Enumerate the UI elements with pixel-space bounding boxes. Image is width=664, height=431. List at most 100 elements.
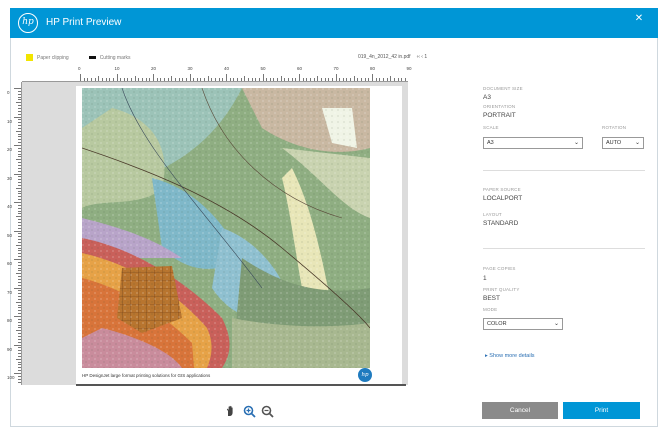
chevron-down-icon: ⌄ xyxy=(634,140,640,146)
page-copies-value[interactable]: 1 xyxy=(483,275,487,282)
ruler-top-label: 50 xyxy=(260,66,266,71)
rotation-label: ROTATION xyxy=(602,125,627,130)
ruler-tick xyxy=(18,125,21,127)
ruler-tick xyxy=(16,130,21,132)
page-bottom-edge xyxy=(76,384,406,386)
orientation-label: ORIENTATION xyxy=(483,104,516,109)
ruler-tick xyxy=(18,353,21,355)
ruler-tick xyxy=(280,76,282,81)
ruler-tick xyxy=(18,179,21,181)
window-title: HP Print Preview xyxy=(46,17,122,28)
ruler-tick xyxy=(87,78,89,81)
ruler-tick xyxy=(18,213,21,215)
ruler-tick xyxy=(18,170,21,172)
ruler-tick xyxy=(14,116,21,118)
scale-label: SCALE xyxy=(483,125,499,130)
ruler-tick xyxy=(350,78,352,81)
ruler-tick xyxy=(167,78,169,81)
ruler-tick xyxy=(14,145,21,146)
ruler-tick xyxy=(171,76,173,81)
print-button[interactable]: Print xyxy=(563,402,640,419)
ruler-tick xyxy=(295,78,297,81)
ruler-tick xyxy=(18,196,21,198)
ruler-tick xyxy=(14,344,21,346)
ruler-tick xyxy=(101,78,103,81)
ruler-tick xyxy=(331,78,333,81)
page-navigator[interactable]: ‹‹ ‹ 1 xyxy=(417,54,428,60)
ruler-left-label: 20 xyxy=(7,147,13,152)
cancel-button[interactable]: Cancel xyxy=(482,402,558,419)
ruler-tick xyxy=(258,78,260,81)
ruler-tick xyxy=(18,210,21,212)
ruler-tick xyxy=(138,78,140,81)
chevron-down-icon: ⌄ xyxy=(573,140,579,146)
ruler-tick xyxy=(18,110,21,112)
chevron-down-icon: ⌄ xyxy=(553,321,559,327)
show-more-details-link[interactable]: ▸ Show more details xyxy=(485,353,535,359)
ruler-tick xyxy=(18,233,21,235)
ruler-left-label: 30 xyxy=(7,175,13,181)
ruler-tick xyxy=(18,204,21,206)
ruler-left-label: 10 xyxy=(7,118,13,124)
print-quality-value[interactable]: BEST xyxy=(483,295,500,302)
ruler-tick xyxy=(18,361,21,363)
ruler-tick xyxy=(18,162,21,164)
close-icon[interactable]: ✕ xyxy=(630,12,648,26)
ruler-tick xyxy=(80,74,81,81)
ruler-tick xyxy=(18,182,21,184)
ruler-tick xyxy=(14,259,21,260)
ruler-tick xyxy=(14,230,21,232)
zoom-out-icon[interactable] xyxy=(260,404,274,418)
ruler-tick xyxy=(18,281,21,283)
ruler-tick xyxy=(284,78,286,81)
ruler-tick xyxy=(222,78,224,81)
map-preview-image xyxy=(82,88,370,368)
ruler-tick xyxy=(18,107,21,109)
ruler-tick xyxy=(18,227,21,229)
ruler-tick xyxy=(357,78,359,81)
ruler-tick xyxy=(18,304,21,306)
ruler-tick xyxy=(200,78,202,81)
ruler-tick xyxy=(18,367,21,369)
zoom-in-icon[interactable] xyxy=(242,404,256,418)
ruler-tick xyxy=(83,78,85,81)
ruler-tick xyxy=(116,74,118,81)
pan-hand-icon[interactable] xyxy=(224,404,238,418)
ruler-tick xyxy=(313,78,315,81)
ruler-tick xyxy=(18,264,21,266)
legend: Paper clipping Cutting marks xyxy=(26,54,131,61)
ruler-tick xyxy=(317,76,319,81)
paper-source-value: LOCALPORT xyxy=(483,195,523,202)
ruler-left-label: 50 xyxy=(7,232,13,238)
ruler-tick xyxy=(247,78,249,81)
paper-clipping-label: Paper clipping xyxy=(37,54,69,61)
ruler-tick xyxy=(339,78,341,81)
ruler-top-label: 60 xyxy=(297,66,303,71)
ruler-tick xyxy=(14,202,21,203)
ruler-tick xyxy=(18,293,21,295)
ruler-tick xyxy=(379,78,381,81)
ruler-tick xyxy=(145,78,147,81)
ruler-tick xyxy=(211,78,213,81)
scale-select[interactable]: A3 ⌄ xyxy=(483,137,583,149)
ruler-tick xyxy=(18,298,21,300)
ruler-tick xyxy=(16,244,21,246)
rotation-select[interactable]: AUTO ⌄ xyxy=(602,137,644,149)
ruler-tick xyxy=(255,78,257,81)
ruler-tick xyxy=(18,261,21,263)
ruler-tick xyxy=(207,76,209,81)
ruler-top-label: 20 xyxy=(151,66,157,71)
ruler-tick xyxy=(18,164,21,166)
zoom-toolbar xyxy=(224,404,274,418)
ruler-tick xyxy=(18,221,21,223)
ruler-tick xyxy=(16,330,21,332)
ruler-tick xyxy=(18,93,21,95)
ruler-tick xyxy=(160,78,162,81)
mode-select[interactable]: COLOR ⌄ xyxy=(483,318,563,330)
ruler-tick xyxy=(375,78,377,81)
ruler-tick xyxy=(178,78,180,81)
ruler-tick xyxy=(324,78,326,81)
scale-select-value: A3 xyxy=(487,140,494,146)
ruler-tick xyxy=(18,153,21,155)
ruler-tick xyxy=(309,78,311,81)
